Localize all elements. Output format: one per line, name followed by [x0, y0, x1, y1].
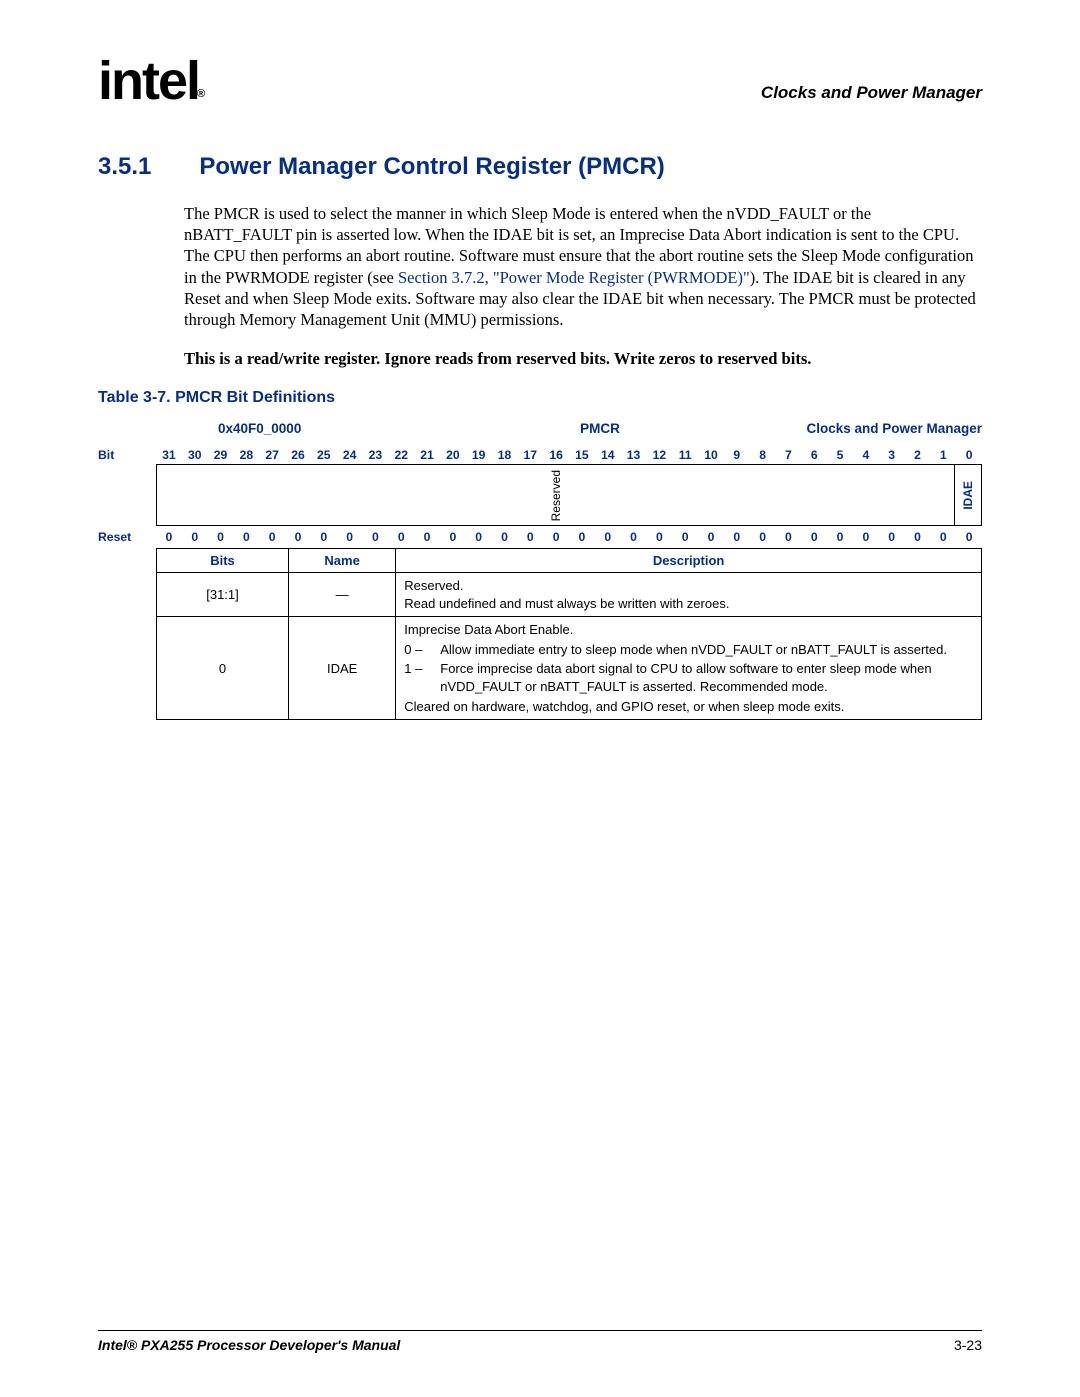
bit-number: 7: [776, 446, 802, 464]
bit-number: 18: [492, 446, 518, 464]
bit-number: 27: [259, 446, 285, 464]
bit-number: 12: [646, 446, 672, 464]
register-module: Clocks and Power Manager: [727, 421, 982, 436]
col-description: Description: [396, 549, 982, 573]
bit-number: 0: [956, 446, 982, 464]
bit-number: 16: [543, 446, 569, 464]
bit-number: 2: [905, 446, 931, 464]
reset-value: 0: [569, 526, 595, 548]
bit-number: 11: [672, 446, 698, 464]
bit-number: 28: [233, 446, 259, 464]
reset-value: 0: [930, 526, 956, 548]
bit-number: 3: [879, 446, 905, 464]
intel-logo: intel®: [98, 60, 205, 103]
bit-description-table: Bits Name Description [31:1] — Reserved.…: [156, 548, 982, 720]
section-heading: 3.5.1 Power Manager Control Register (PM…: [98, 153, 982, 181]
bit-number: 25: [311, 446, 337, 464]
bit-number: 30: [182, 446, 208, 464]
reset-value: 0: [311, 526, 337, 548]
section-paragraph: The PMCR is used to select the manner in…: [184, 203, 982, 330]
table-caption: Table 3-7. PMCR Bit Definitions: [98, 389, 982, 407]
bit-number: 22: [388, 446, 414, 464]
bit-number: 20: [440, 446, 466, 464]
reset-value: 0: [801, 526, 827, 548]
field-reserved: Reserved: [156, 464, 954, 526]
reset-value: 0: [285, 526, 311, 548]
bit-number: 8: [750, 446, 776, 464]
bit-number: 13: [621, 446, 647, 464]
table-row: 0 IDAE Imprecise Data Abort Enable. 0 –A…: [157, 617, 982, 720]
reset-value: 0: [517, 526, 543, 548]
reset-value: 0: [827, 526, 853, 548]
bit-number: 5: [827, 446, 853, 464]
reset-value: 0: [646, 526, 672, 548]
reset-value: 0: [724, 526, 750, 548]
reset-value: 0: [905, 526, 931, 548]
reset-row-label: Reset: [98, 526, 156, 548]
bit-number: 6: [801, 446, 827, 464]
bit-number: 10: [698, 446, 724, 464]
reset-value: 0: [672, 526, 698, 548]
reset-value: 0: [543, 526, 569, 548]
reset-value: 0: [853, 526, 879, 548]
bit-number: 19: [466, 446, 492, 464]
bit-number: 15: [569, 446, 595, 464]
footer-doc-title: Intel® PXA255 Processor Developer's Manu…: [98, 1337, 400, 1353]
bit-number: 23: [363, 446, 389, 464]
reset-value: 0: [956, 526, 982, 548]
reset-value: 0: [259, 526, 285, 548]
reset-value: 0: [879, 526, 905, 548]
bit-number: 17: [517, 446, 543, 464]
bit-number: 24: [337, 446, 363, 464]
chapter-title: Clocks and Power Manager: [761, 83, 982, 103]
reset-value: 0: [466, 526, 492, 548]
reset-value: 0: [337, 526, 363, 548]
reset-value: 0: [440, 526, 466, 548]
reset-value: 0: [388, 526, 414, 548]
register-header-row: 0x40F0_0000 PMCR Clocks and Power Manage…: [98, 421, 982, 436]
reset-value: 0: [621, 526, 647, 548]
register-name: PMCR: [473, 421, 728, 436]
col-name: Name: [289, 549, 396, 573]
reset-value: 0: [595, 526, 621, 548]
bit-number: 31: [156, 446, 182, 464]
register-note: This is a read/write register. Ignore re…: [184, 348, 982, 369]
bit-number: 1: [930, 446, 956, 464]
cross-reference-link[interactable]: Section 3.7.2, "Power Mode Register (PWR…: [398, 268, 750, 287]
reset-value: 0: [363, 526, 389, 548]
reset-value: 0: [233, 526, 259, 548]
page-footer: Intel® PXA255 Processor Developer's Manu…: [98, 1330, 982, 1353]
reset-value: 0: [182, 526, 208, 548]
reset-value: 0: [208, 526, 234, 548]
section-title: Power Manager Control Register (PMCR): [199, 153, 664, 181]
bit-number: 21: [414, 446, 440, 464]
register-address: 0x40F0_0000: [98, 421, 473, 436]
bit-number: 26: [285, 446, 311, 464]
reset-value: 0: [414, 526, 440, 548]
reset-value: 0: [776, 526, 802, 548]
bit-number: 14: [595, 446, 621, 464]
bit-number: 4: [853, 446, 879, 464]
col-bits: Bits: [157, 549, 289, 573]
reset-value: 0: [698, 526, 724, 548]
bit-number: 9: [724, 446, 750, 464]
bit-number: 29: [208, 446, 234, 464]
reset-value: 0: [492, 526, 518, 548]
reset-value: 0: [750, 526, 776, 548]
bit-row-label: Bit: [98, 446, 156, 464]
field-idae: IDAE: [954, 464, 982, 526]
section-number: 3.5.1: [98, 153, 151, 181]
reset-value: 0: [156, 526, 182, 548]
footer-page-number: 3-23: [954, 1337, 982, 1353]
table-row: [31:1] — Reserved. Read undefined and mu…: [157, 573, 982, 617]
